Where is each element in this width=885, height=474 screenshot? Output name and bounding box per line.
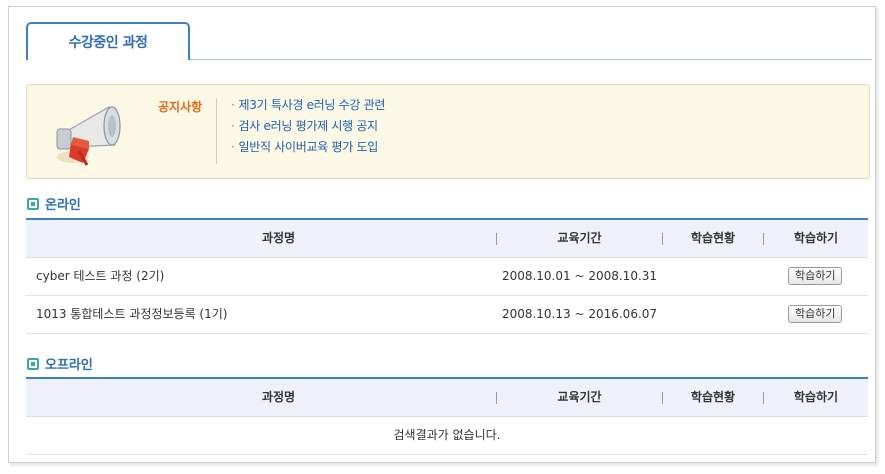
table-row: cyber 테스트 과정 (2기) 2008.10.01 ~ 2008.10.3… (26, 258, 868, 296)
course-period: 2008.10.13 ~ 2016.06.07 (501, 307, 658, 321)
bullet-icon: · (231, 119, 235, 133)
col-status: 학습현황 (690, 390, 736, 404)
col-period: 교육기간 (557, 231, 602, 245)
offline-table: 과정명 교육기간 학습현황 학습하기 검색결과가 없습니다. (26, 377, 868, 455)
empty-result-message: 검색결과가 없습니다. (26, 417, 868, 455)
col-course-name: 과정명 (261, 231, 296, 245)
col-action: 학습하기 (793, 390, 839, 404)
section-square-icon (27, 197, 39, 210)
tab-bar: 수강중인 과정 (26, 22, 872, 60)
course-status (663, 258, 763, 295)
online-table-header: 과정명 교육기간 학습현황 학습하기 (26, 218, 868, 258)
course-panel: 수강중인 과정 공지사항 · 제3기 특사경 e러닝 수강 관련 · 검사 e러닝 … (8, 6, 876, 463)
col-status: 학습현황 (690, 231, 736, 245)
course-period: 2008.10.01 ~ 2008.10.31 (501, 269, 658, 283)
megaphone-icon (56, 106, 121, 166)
notice-list: · 제3기 특사경 e러닝 수강 관련 · 검사 e러닝 평가제 시행 공지 · 일반… (231, 95, 385, 158)
course-name[interactable]: 1013 통합테스트 과정정보등록 (1기) (36, 296, 227, 333)
notice-box: 공지사항 · 제3기 특사경 e러닝 수강 관련 · 검사 e러닝 평가제 시행 공… (26, 84, 870, 179)
col-course-name: 과정명 (261, 390, 296, 404)
course-name[interactable]: cyber 테스트 과정 (2기) (36, 258, 164, 295)
online-section-heading: 온라인 (27, 194, 81, 213)
study-button[interactable]: 학습하기 (788, 267, 843, 285)
bullet-icon: · (231, 98, 235, 112)
col-action: 학습하기 (793, 231, 839, 245)
notice-divider (216, 98, 217, 164)
bullet-icon: · (231, 140, 235, 154)
table-row: 1013 통합테스트 과정정보등록 (1기) 2008.10.13 ~ 2016… (26, 296, 868, 334)
offline-table-header: 과정명 교육기간 학습현황 학습하기 (26, 377, 868, 417)
offline-section-heading: 오프라인 (27, 354, 93, 373)
col-period: 교육기간 (557, 390, 602, 404)
online-table: 과정명 교육기간 학습현황 학습하기 cyber 테스트 과정 (2기) 200… (26, 218, 868, 334)
course-status (663, 296, 763, 333)
notice-title: 공지사항 (158, 100, 203, 114)
tab-current-courses[interactable]: 수강중인 과정 (26, 22, 190, 60)
section-square-icon (27, 357, 39, 370)
notice-item[interactable]: · 제3기 특사경 e러닝 수강 관련 (231, 95, 385, 116)
notice-item[interactable]: · 일반직 사이버교육 평가 도입 (231, 137, 385, 158)
study-button[interactable]: 학습하기 (788, 305, 843, 323)
notice-item[interactable]: · 검사 e러닝 평가제 시행 공지 (231, 116, 385, 137)
